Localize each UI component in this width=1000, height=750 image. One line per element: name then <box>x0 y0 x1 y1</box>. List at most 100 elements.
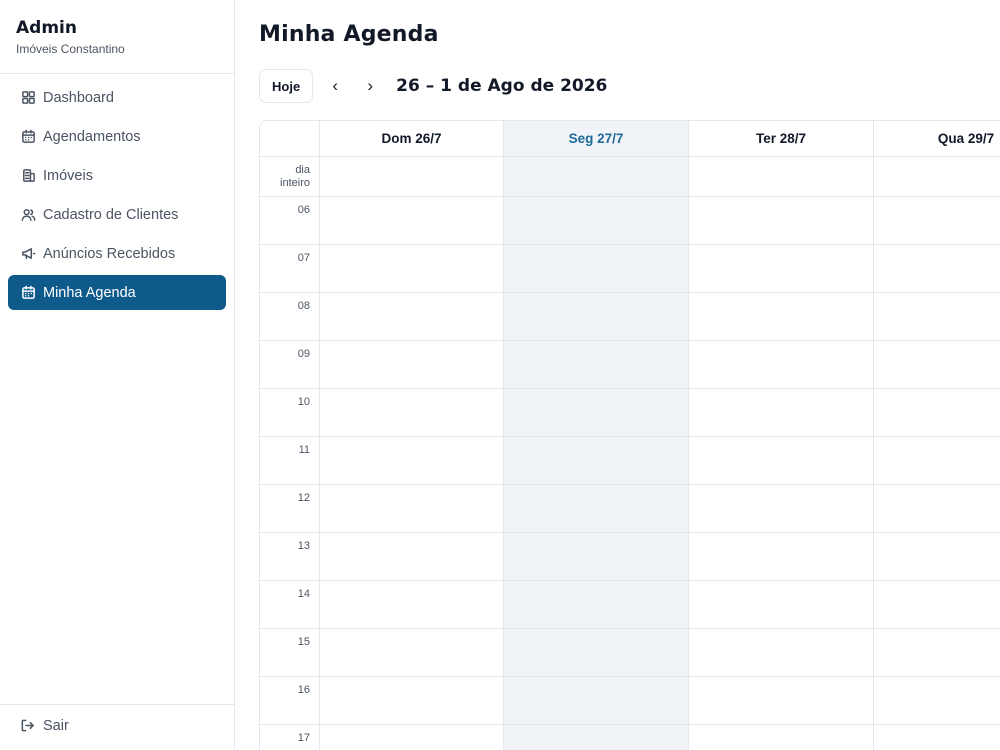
sidebar-nav: Dashboard Agendamentos Imóveis Cadastro … <box>8 80 226 314</box>
time-slot[interactable] <box>320 581 504 629</box>
hour-label: 08 <box>260 293 320 341</box>
time-slot[interactable] <box>504 581 689 629</box>
time-slot[interactable] <box>504 197 689 245</box>
sidebar-item-dashboard[interactable]: Dashboard <box>8 80 226 115</box>
day-header[interactable]: Qua 29/7 <box>874 121 1000 157</box>
time-slot[interactable] <box>689 581 874 629</box>
time-slot[interactable] <box>320 533 504 581</box>
allday-label: dia inteiro <box>260 157 320 197</box>
time-slot[interactable] <box>689 197 874 245</box>
divider <box>0 704 234 705</box>
time-slot[interactable] <box>320 293 504 341</box>
time-slot[interactable] <box>504 389 689 437</box>
calendar-toolbar: Hoje ‹ › 26 – 1 de Ago de 2026 <box>259 69 607 103</box>
time-slot[interactable] <box>504 629 689 677</box>
time-slot[interactable] <box>874 725 1000 750</box>
sidebar-item-imoveis[interactable]: Imóveis <box>8 158 226 193</box>
day-header-today[interactable]: Seg 27/7 <box>504 121 689 157</box>
sidebar-item-label: Anúncios Recebidos <box>43 245 176 262</box>
sidebar-item-agendamentos[interactable]: Agendamentos <box>8 119 226 154</box>
dashboard-icon <box>20 90 36 106</box>
time-slot[interactable] <box>689 293 874 341</box>
time-slot[interactable] <box>689 437 874 485</box>
time-slot[interactable] <box>320 485 504 533</box>
time-slot[interactable] <box>874 341 1000 389</box>
calendar-icon <box>20 129 36 145</box>
time-slot[interactable] <box>874 677 1000 725</box>
time-slot[interactable] <box>874 581 1000 629</box>
allday-slot[interactable] <box>504 157 689 197</box>
prev-week-button[interactable]: ‹ <box>322 71 348 101</box>
time-slot[interactable] <box>689 533 874 581</box>
time-slot[interactable] <box>874 389 1000 437</box>
time-slot[interactable] <box>874 437 1000 485</box>
next-week-button[interactable]: › <box>357 71 383 101</box>
hour-label: 06 <box>260 197 320 245</box>
time-slot[interactable] <box>874 245 1000 293</box>
time-slot[interactable] <box>504 725 689 750</box>
sidebar-item-anuncios[interactable]: Anúncios Recebidos <box>8 236 226 271</box>
brand-title: Admin <box>16 18 77 38</box>
time-slot[interactable] <box>504 437 689 485</box>
sidebar: Admin Imóveis Constantino Dashboard Agen… <box>0 0 235 750</box>
time-slot[interactable] <box>320 629 504 677</box>
hour-label: 17 <box>260 725 320 750</box>
hour-label: 15 <box>260 629 320 677</box>
sidebar-item-label: Minha Agenda <box>43 284 136 301</box>
allday-slot[interactable] <box>689 157 874 197</box>
allday-label-line1: dia <box>295 164 310 176</box>
users-icon <box>20 207 36 223</box>
time-slot[interactable] <box>874 197 1000 245</box>
sidebar-item-label: Cadastro de Clientes <box>43 206 179 223</box>
time-slot[interactable] <box>874 293 1000 341</box>
hour-label: 07 <box>260 245 320 293</box>
today-button[interactable]: Hoje <box>259 69 314 103</box>
time-slot[interactable] <box>320 197 504 245</box>
sidebar-item-clientes[interactable]: Cadastro de Clientes <box>8 197 226 232</box>
time-slot[interactable] <box>689 485 874 533</box>
time-slot[interactable] <box>689 245 874 293</box>
sidebar-item-label: Imóveis <box>43 167 93 184</box>
time-slot[interactable] <box>874 533 1000 581</box>
time-slot[interactable] <box>504 677 689 725</box>
logout-label: Sair <box>43 718 69 734</box>
allday-slot[interactable] <box>874 157 1000 197</box>
hour-label: 12 <box>260 485 320 533</box>
corner-header <box>260 121 320 157</box>
time-slot[interactable] <box>689 629 874 677</box>
time-slot[interactable] <box>320 245 504 293</box>
time-slot[interactable] <box>504 485 689 533</box>
calendar-icon <box>20 285 36 301</box>
hour-label: 14 <box>260 581 320 629</box>
time-slot[interactable] <box>689 341 874 389</box>
sidebar-item-label: Dashboard <box>43 89 114 106</box>
day-header[interactable]: Dom 26/7 <box>320 121 504 157</box>
allday-slot[interactable] <box>320 157 504 197</box>
logout-button[interactable]: Sair <box>20 718 69 734</box>
day-header[interactable]: Ter 28/7 <box>689 121 874 157</box>
sidebar-item-label: Agendamentos <box>43 128 141 145</box>
page-title: Minha Agenda <box>259 22 439 47</box>
time-slot[interactable] <box>504 293 689 341</box>
allday-label-line2: inteiro <box>280 177 310 189</box>
time-slot[interactable] <box>504 533 689 581</box>
time-slot[interactable] <box>504 341 689 389</box>
time-slot[interactable] <box>689 389 874 437</box>
time-slot[interactable] <box>320 725 504 750</box>
time-slot[interactable] <box>874 629 1000 677</box>
brand: Admin Imóveis Constantino <box>16 18 125 56</box>
time-slot[interactable] <box>320 389 504 437</box>
time-slot[interactable] <box>320 341 504 389</box>
time-slot[interactable] <box>320 677 504 725</box>
sidebar-item-minha-agenda[interactable]: Minha Agenda <box>8 275 226 310</box>
logout-icon <box>20 718 36 734</box>
time-slot[interactable] <box>320 437 504 485</box>
brand-subtitle: Imóveis Constantino <box>16 42 125 56</box>
time-slot[interactable] <box>874 485 1000 533</box>
calendar-grid: Dom 26/7 Seg 27/7 Ter 28/7 Qua 29/7 dia i… <box>260 121 1000 750</box>
time-slot[interactable] <box>689 677 874 725</box>
time-slot[interactable] <box>689 725 874 750</box>
time-slot[interactable] <box>504 245 689 293</box>
hour-label: 10 <box>260 389 320 437</box>
divider <box>0 73 234 74</box>
